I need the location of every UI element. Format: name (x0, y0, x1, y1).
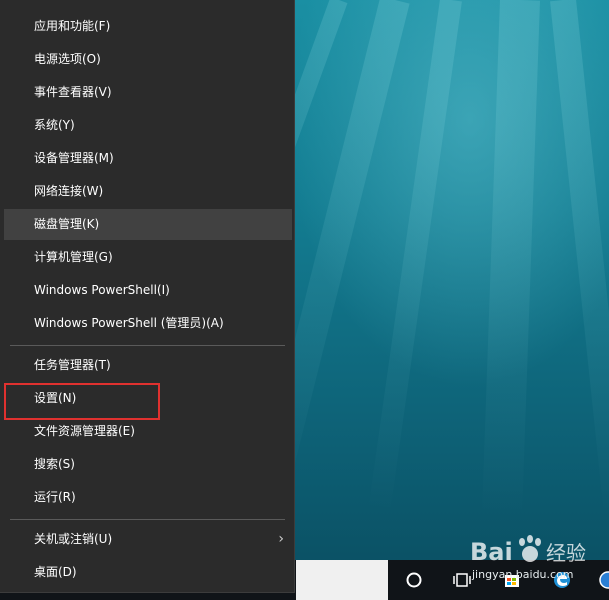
menu-item-label: Windows PowerShell(I) (34, 283, 170, 297)
light-ray (550, 0, 609, 519)
menu-item-label: 运行(R) (34, 490, 76, 504)
menu-item-label: 关机或注销(U) (34, 532, 113, 546)
menu-item-label: 设置(N) (34, 391, 77, 405)
menu-item-disk-management[interactable]: 磁盘管理(K) (4, 209, 292, 240)
menu-item-label: 搜索(S) (34, 457, 75, 471)
taskbar-search-box[interactable] (296, 560, 388, 600)
light-ray (481, 0, 540, 521)
svg-text:经验: 经验 (546, 541, 586, 565)
menu-item-file-explorer[interactable]: 文件资源管理器(E) (4, 416, 292, 447)
menu-item-label: 文件资源管理器(E) (34, 424, 135, 438)
menu-item-event-viewer[interactable]: 事件查看器(V) (4, 77, 292, 108)
menu-item-label: 桌面(D) (34, 565, 77, 579)
svg-text:Bai: Bai (470, 538, 513, 566)
watermark-url: jingyan.baidu.com (472, 568, 574, 581)
cortana-circle-icon[interactable] (402, 568, 426, 592)
menu-item-label: 系统(Y) (34, 118, 75, 132)
menu-item-label: Windows PowerShell (管理员)(A) (34, 316, 224, 330)
menu-separator (10, 519, 285, 520)
menu-item-power-options[interactable]: 电源选项(O) (4, 44, 292, 75)
menu-item-powershell-admin[interactable]: Windows PowerShell (管理员)(A) (4, 308, 292, 339)
menu-item-label: 事件查看器(V) (34, 85, 112, 99)
menu-item-desktop[interactable]: 桌面(D) (4, 557, 292, 588)
menu-item-powershell[interactable]: Windows PowerShell(I) (4, 275, 292, 306)
menu-item-run[interactable]: 运行(R) (4, 482, 292, 513)
chevron-right-icon: › (278, 531, 284, 547)
power-user-menu: 应用和功能(F) 电源选项(O) 事件查看器(V) 系统(Y) 设备管理器(M)… (0, 0, 295, 593)
menu-item-device-manager[interactable]: 设备管理器(M) (4, 143, 292, 174)
menu-item-label: 设备管理器(M) (34, 151, 114, 165)
menu-item-label: 网络连接(W) (34, 184, 104, 198)
menu-item-computer-management[interactable]: 计算机管理(G) (4, 242, 292, 273)
menu-item-label: 计算机管理(G) (34, 250, 113, 264)
menu-item-task-manager[interactable]: 任务管理器(T) (4, 350, 292, 381)
menu-item-settings[interactable]: 设置(N) (4, 383, 292, 414)
menu-item-search[interactable]: 搜索(S) (4, 449, 292, 480)
menu-item-label: 磁盘管理(K) (34, 217, 100, 231)
menu-item-system[interactable]: 系统(Y) (4, 110, 292, 141)
menu-item-label: 电源选项(O) (34, 52, 101, 66)
menu-item-network-connections[interactable]: 网络连接(W) (4, 176, 292, 207)
menu-item-apps-features[interactable]: 应用和功能(F) (4, 11, 292, 42)
menu-item-label: 任务管理器(T) (34, 358, 111, 372)
menu-separator (10, 345, 285, 346)
menu-item-label: 应用和功能(F) (34, 19, 111, 33)
menu-item-shutdown-signout[interactable]: 关机或注销(U) › (4, 524, 292, 555)
desktop-screen: Bai 经验 jingyan.baidu.com 应用和功能(F) 电源选项(O… (0, 0, 609, 600)
